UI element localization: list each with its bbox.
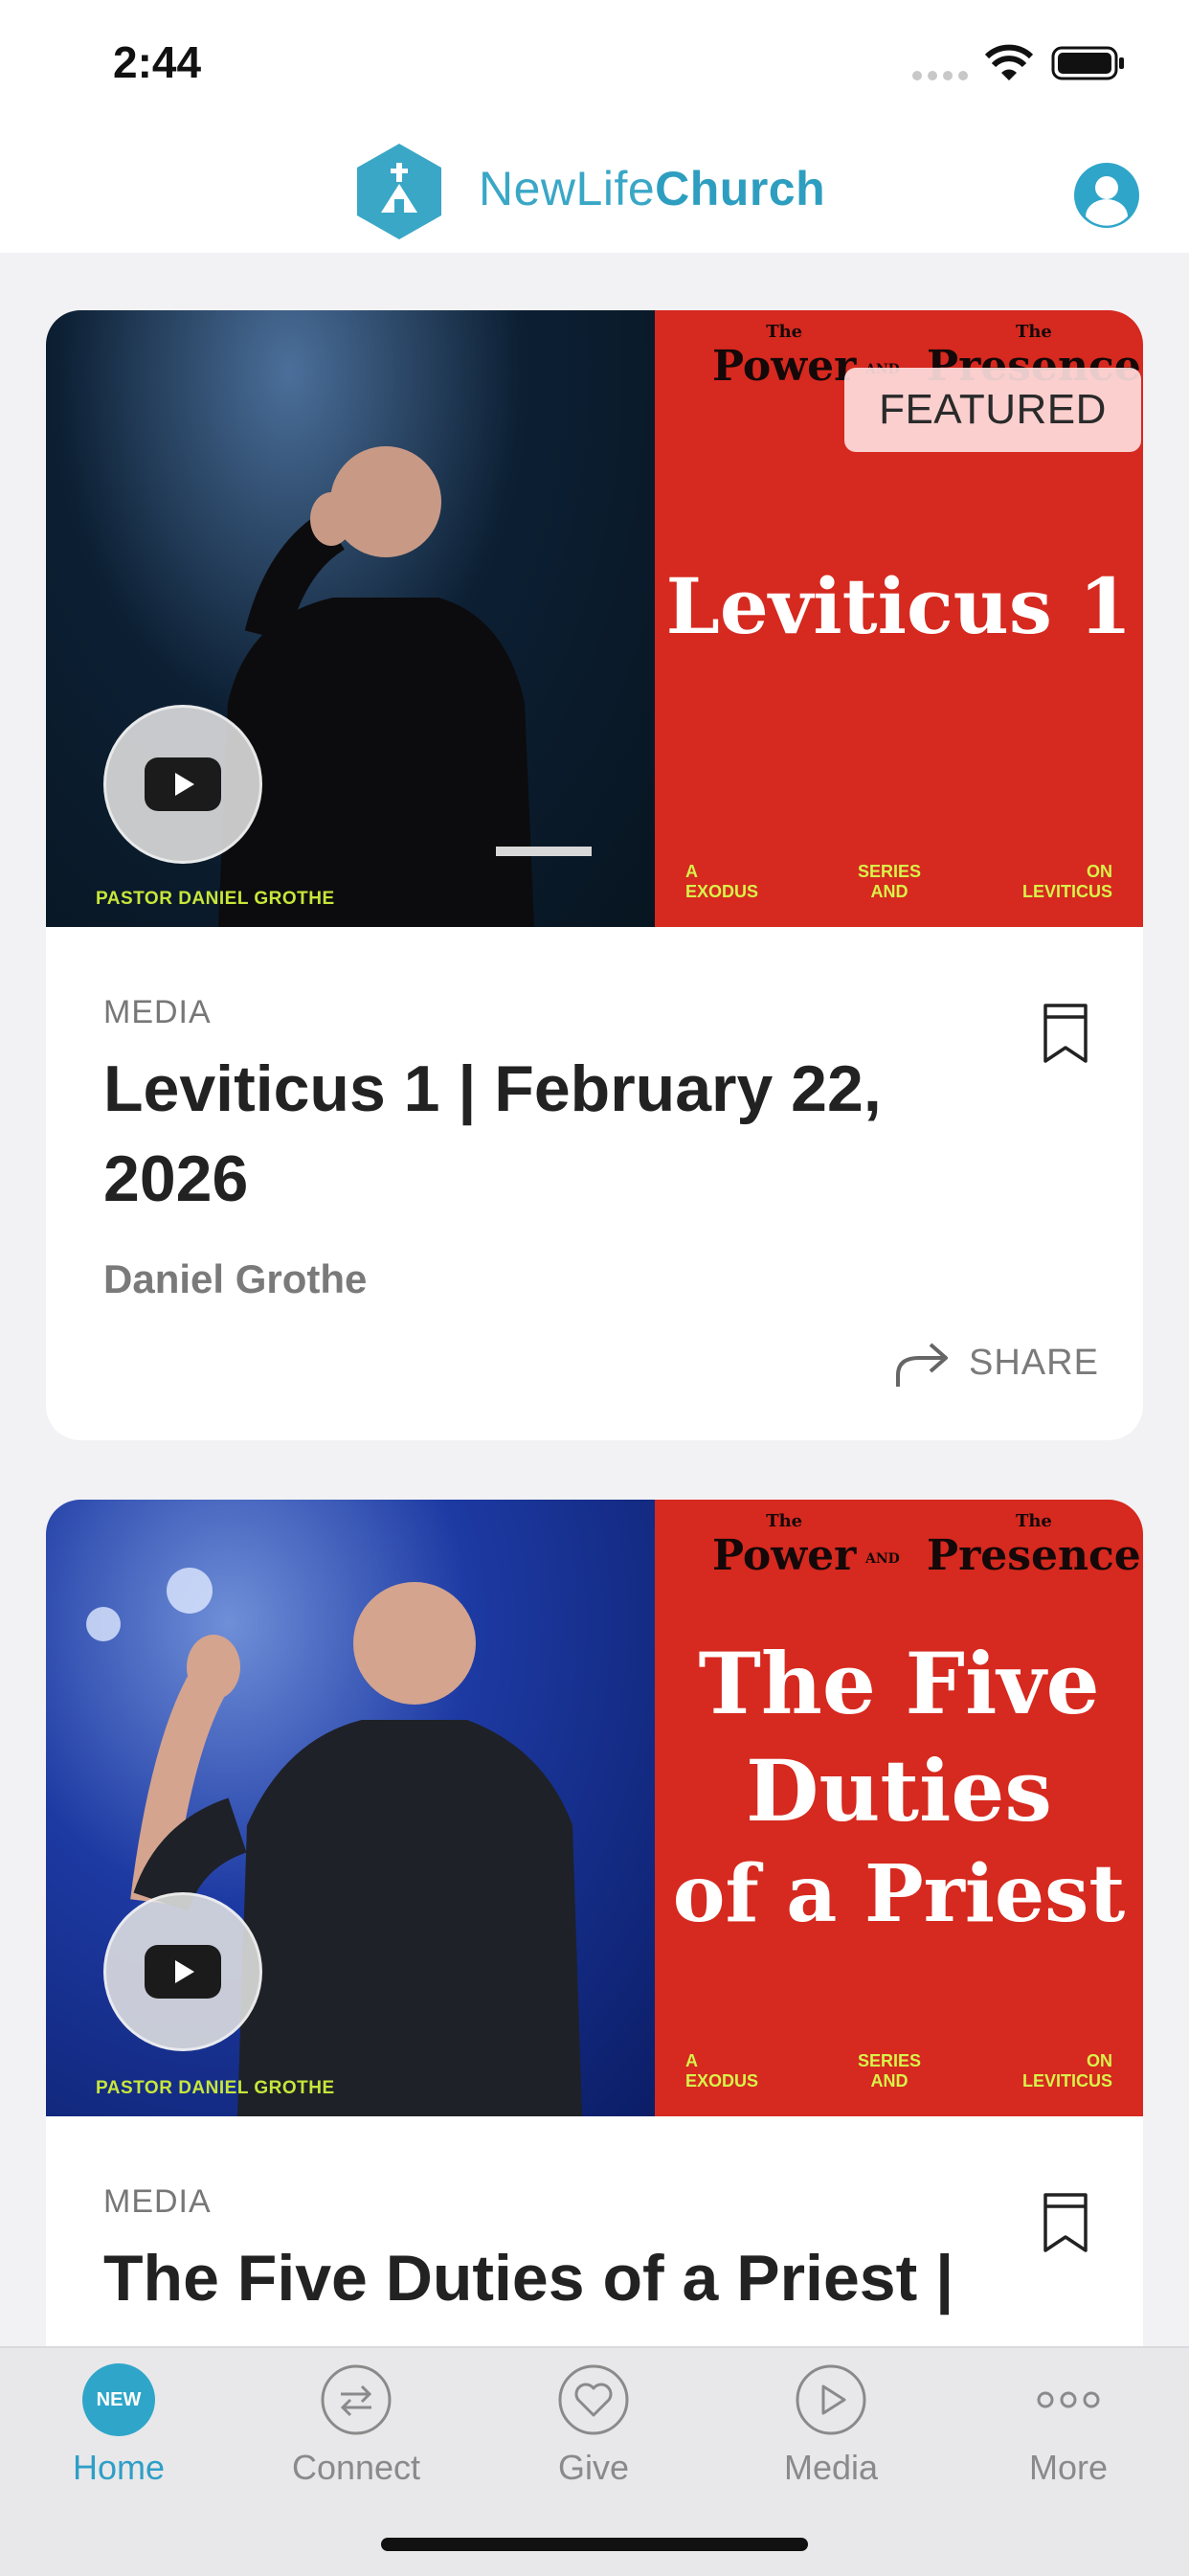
home-feed[interactable]: PASTOR DANIEL GROTHE ThePower AND ThePre… bbox=[0, 253, 1189, 2346]
tab-label: Media bbox=[783, 2448, 879, 2487]
battery-icon bbox=[1051, 46, 1124, 80]
brand-name: NewLifeChurch bbox=[479, 161, 825, 216]
church-logo-icon[interactable] bbox=[354, 142, 444, 241]
signal-icon bbox=[912, 71, 968, 80]
tab-more[interactable]: More bbox=[950, 2348, 1187, 2492]
art-top-left: Power bbox=[712, 1531, 857, 1580]
art-foot-left: A EXODUS bbox=[685, 862, 759, 901]
tab-connect[interactable]: Connect bbox=[237, 2348, 475, 2492]
play-button[interactable] bbox=[103, 1892, 262, 2051]
share-button[interactable]: SHARE bbox=[894, 1335, 1124, 1392]
featured-badge: FEATURED bbox=[844, 368, 1141, 452]
series-artwork: The Power AND The Presence The Five Duties… bbox=[655, 1500, 1143, 2116]
media-card[interactable]: PASTOR DANIEL GROTHE ThePower AND ThePre… bbox=[46, 1500, 1143, 2346]
art-foot-mid: SERIES AND bbox=[858, 862, 922, 901]
art-top-right: Presence bbox=[927, 1531, 1141, 1580]
share-label: SHARE bbox=[969, 1343, 1099, 1383]
play-icon bbox=[145, 757, 221, 811]
art-top-left: Power bbox=[712, 342, 857, 391]
series-header: ThePower AND ThePresence bbox=[655, 1511, 1143, 1588]
heart-icon bbox=[558, 2364, 629, 2435]
tab-label: Connect bbox=[291, 2448, 421, 2487]
new-badge: NEW bbox=[82, 2363, 155, 2436]
art-title-line-1: The Five bbox=[698, 1634, 1100, 1733]
art-title-line-3: of a Priest bbox=[672, 1848, 1126, 1940]
pastor-caption: PASTOR DANIEL GROTHE bbox=[96, 2078, 335, 2098]
share-icon bbox=[896, 1343, 948, 1387]
art-title-line-2: Duties bbox=[746, 1741, 1052, 1841]
art-foot-mid: SERIES AND bbox=[858, 2051, 922, 2090]
tab-give[interactable]: Give bbox=[475, 2348, 712, 2492]
more-dots-icon bbox=[1037, 2391, 1100, 2408]
tab-label: Home bbox=[72, 2448, 166, 2487]
home-indicator[interactable] bbox=[381, 2538, 808, 2551]
card-category: MEDIA bbox=[103, 2183, 212, 2220]
brand-regular: NewLife bbox=[479, 162, 656, 215]
card-title[interactable]: The Five Duties of a Priest | bbox=[103, 2233, 1061, 2323]
tab-media[interactable]: Media bbox=[712, 2348, 950, 2492]
play-button[interactable] bbox=[103, 705, 262, 864]
art-top-left-small: The bbox=[766, 322, 803, 342]
bookmark-icon[interactable] bbox=[1042, 1002, 1089, 1065]
play-icon bbox=[145, 1945, 221, 1999]
status-bar: 2:44 bbox=[0, 0, 1189, 126]
home-icon: NEW bbox=[82, 2363, 155, 2436]
card-title[interactable]: Leviticus 1 | February 22, 2026 bbox=[103, 1044, 965, 1224]
wifi-icon bbox=[984, 44, 1034, 80]
art-foot-right: ON LEVITICUS bbox=[1021, 862, 1112, 901]
pastor-caption: PASTOR DANIEL GROTHE bbox=[96, 889, 335, 909]
connect-arrows-icon bbox=[321, 2364, 392, 2435]
media-card[interactable]: PASTOR DANIEL GROTHE ThePower AND ThePre… bbox=[46, 310, 1143, 1440]
pastor-photo: PASTOR DANIEL GROTHE bbox=[46, 1500, 655, 2116]
art-top-mid: AND bbox=[865, 1551, 900, 1567]
art-title: Leviticus 1 bbox=[665, 561, 1133, 651]
status-time: 2:44 bbox=[113, 37, 202, 87]
art-top-left-small: The bbox=[766, 1511, 803, 1531]
play-icon bbox=[796, 2364, 866, 2435]
card-category: MEDIA bbox=[103, 994, 212, 1030]
art-top-right-small: The bbox=[1015, 322, 1052, 342]
media-thumbnail[interactable]: PASTOR DANIEL GROTHE ThePower AND ThePre… bbox=[46, 310, 1143, 927]
brand-bold: Church bbox=[655, 162, 826, 215]
art-foot-right: ON LEVITICUS bbox=[1021, 2051, 1112, 2090]
tab-label: Give bbox=[557, 2448, 630, 2487]
tab-label: More bbox=[1028, 2448, 1109, 2487]
media-thumbnail[interactable]: PASTOR DANIEL GROTHE ThePower AND ThePre… bbox=[46, 1500, 1143, 2116]
art-top-right-small: The bbox=[1015, 1511, 1052, 1531]
art-foot-left: A EXODUS bbox=[685, 2051, 759, 2090]
pastor-photo: PASTOR DANIEL GROTHE bbox=[46, 310, 655, 927]
card-author: Daniel Grothe bbox=[103, 1256, 368, 1301]
app-header: NewLifeChurch bbox=[0, 126, 1189, 253]
profile-icon[interactable] bbox=[1072, 161, 1141, 230]
tab-home[interactable]: NEW Home bbox=[0, 2348, 237, 2492]
